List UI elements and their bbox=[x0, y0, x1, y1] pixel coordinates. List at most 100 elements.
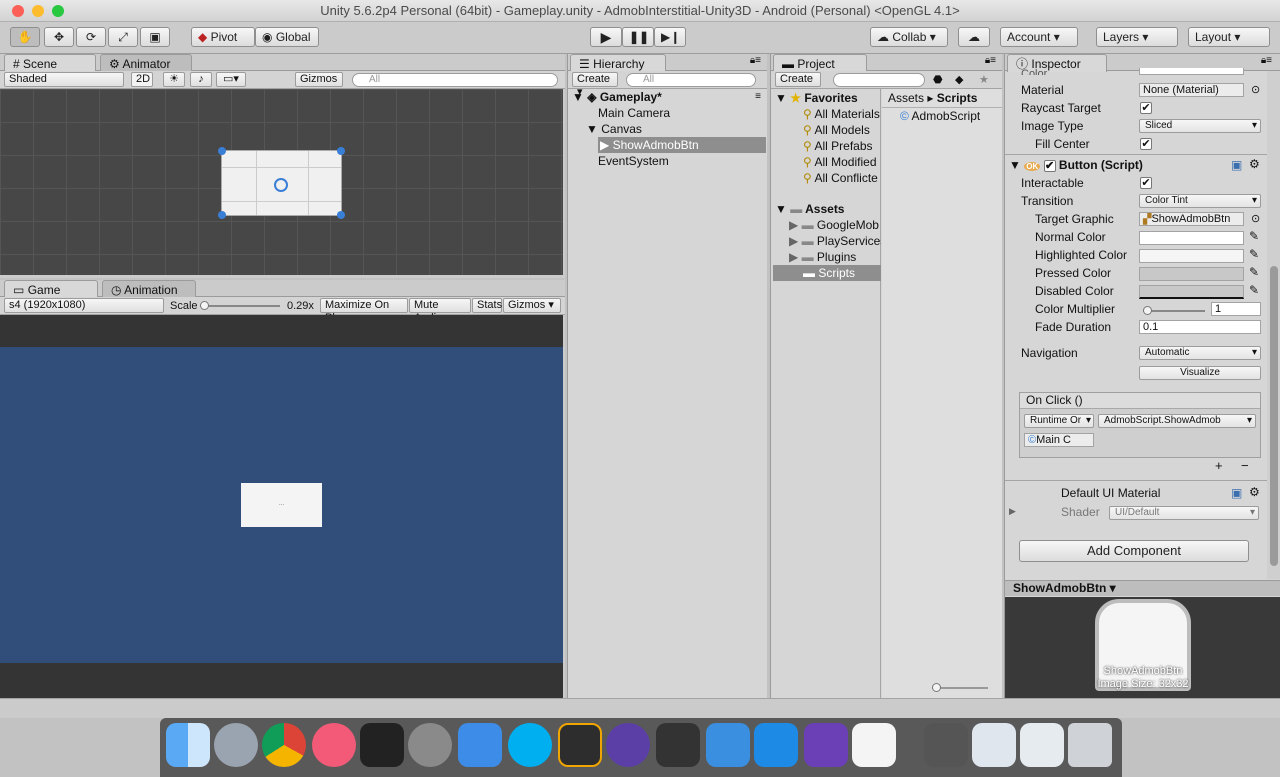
filter-type-icon[interactable]: ⬣ bbox=[933, 73, 943, 86]
resolution-dropdown[interactable]: s4 (1920x1080) bbox=[4, 298, 164, 313]
stats-toggle[interactable]: Stats bbox=[472, 298, 502, 313]
function-dropdown[interactable]: AdmobScript.ShowAdmob ▾ bbox=[1098, 414, 1256, 428]
trash-icon[interactable] bbox=[1068, 723, 1112, 767]
xcode-icon[interactable] bbox=[458, 723, 502, 767]
file-item[interactable]: © AdmobScript bbox=[900, 108, 980, 124]
toggle-2d-button[interactable]: 2D bbox=[131, 72, 153, 87]
eyedropper-icon[interactable]: ✎ bbox=[1249, 265, 1259, 279]
documents-stack-icon[interactable] bbox=[1020, 723, 1064, 767]
itunes-icon[interactable] bbox=[312, 723, 356, 767]
fill-center-checkbox[interactable]: ✔ bbox=[1140, 138, 1152, 150]
component-gear-icon[interactable]: ⚙ bbox=[1249, 157, 1260, 171]
scene-search-input[interactable]: All bbox=[352, 73, 558, 87]
eyedropper-icon[interactable]: ✎ bbox=[1249, 283, 1259, 297]
textedit-icon[interactable] bbox=[852, 723, 896, 767]
scale-slider-thumb[interactable] bbox=[200, 301, 209, 310]
fade-duration-input[interactable]: 0.1 bbox=[1139, 320, 1261, 334]
icon-size-slider-thumb[interactable] bbox=[932, 683, 941, 692]
button-component-header[interactable]: ▼ OK ✔ Button (Script) bbox=[1009, 158, 1143, 172]
tab-animator[interactable]: ⚙ Animator bbox=[100, 54, 192, 72]
mute-audio-toggle[interactable]: Mute Audio bbox=[409, 298, 471, 324]
material-field[interactable]: None (Material) bbox=[1139, 83, 1244, 97]
launchpad-icon[interactable] bbox=[214, 723, 258, 767]
help-book-icon[interactable]: ▣ bbox=[1231, 158, 1242, 172]
eyedropper-icon[interactable]: ✎ bbox=[1249, 247, 1259, 261]
shader-dropdown[interactable]: UI/Default ▾ bbox=[1109, 506, 1259, 520]
resize-handle[interactable] bbox=[218, 147, 226, 155]
favorite-item[interactable]: ⚲ All Modified bbox=[803, 154, 877, 170]
system-preferences-icon[interactable] bbox=[408, 723, 452, 767]
project-create-dropdown[interactable]: Create ▾ bbox=[775, 72, 821, 98]
favorites-section[interactable]: ▼ ★ Favorites bbox=[775, 90, 858, 106]
breadcrumb-current[interactable]: Scripts bbox=[937, 91, 978, 105]
account-dropdown[interactable]: Account ▾ bbox=[1000, 27, 1078, 47]
remove-event-icon[interactable]: − bbox=[1241, 458, 1249, 473]
preview-header[interactable]: ShowAdmobBtn ▾ bbox=[1005, 580, 1280, 596]
favorite-item[interactable]: ⚲ All Conflicte bbox=[803, 170, 881, 186]
step-button[interactable]: ▶❙ bbox=[654, 27, 686, 47]
visual-studio-icon[interactable] bbox=[804, 723, 848, 767]
pause-button[interactable]: ❚❚ bbox=[622, 27, 654, 47]
rotate-tool-icon[interactable]: ⟳ bbox=[76, 27, 106, 47]
image-type-dropdown[interactable]: Sliced ▾ bbox=[1139, 119, 1261, 133]
game-admob-button[interactable]: ··· bbox=[241, 483, 322, 527]
zoom-window-button[interactable] bbox=[52, 5, 64, 17]
resize-handle[interactable] bbox=[218, 211, 226, 219]
hand-tool-icon[interactable]: ✋ bbox=[10, 27, 40, 47]
chrome-icon[interactable] bbox=[262, 723, 306, 767]
hierarchy-item-main-camera[interactable]: Main Camera bbox=[598, 105, 670, 121]
scale-slider[interactable] bbox=[200, 301, 280, 310]
tab-project[interactable]: ▬ Project bbox=[773, 54, 867, 72]
scene-view[interactable] bbox=[0, 89, 563, 275]
effects-icon[interactable]: ▭▾ bbox=[216, 72, 246, 87]
finder-icon[interactable] bbox=[166, 723, 210, 767]
runtime-mode-dropdown[interactable]: Runtime Or ▾ bbox=[1024, 414, 1094, 428]
tab-hierarchy[interactable]: ☰ Hierarchy bbox=[570, 54, 666, 72]
pivot-handle-icon[interactable] bbox=[274, 178, 288, 192]
global-toggle[interactable]: ◉ Global bbox=[255, 27, 319, 47]
raycast-checkbox[interactable]: ✔ bbox=[1140, 102, 1152, 114]
collab-dropdown[interactable]: ☁ Collab ▾ bbox=[870, 27, 948, 47]
color-multiplier-slider[interactable] bbox=[1143, 306, 1205, 315]
help-book-icon[interactable]: ▣ bbox=[1231, 486, 1242, 500]
inspector-scrollbar-thumb[interactable] bbox=[1270, 266, 1278, 566]
folder-stack-icon[interactable] bbox=[924, 723, 968, 767]
add-event-icon[interactable]: + bbox=[1215, 458, 1223, 473]
game-gizmos-dropdown[interactable]: Gizmos ▾ bbox=[503, 298, 561, 313]
word-icon[interactable] bbox=[754, 723, 798, 767]
unity-icon[interactable] bbox=[360, 723, 404, 767]
color-multiplier-input[interactable]: 1 bbox=[1211, 302, 1261, 316]
tab-scene[interactable]: # Scene bbox=[4, 54, 96, 72]
scene-root-item[interactable]: ▼ ◈ Gameplay* bbox=[572, 89, 766, 105]
disabled-color-swatch[interactable] bbox=[1139, 285, 1244, 299]
hierarchy-create-dropdown[interactable]: Create ▾ bbox=[572, 72, 618, 98]
pressed-color-swatch[interactable] bbox=[1139, 267, 1244, 281]
simulator-icon[interactable] bbox=[706, 723, 750, 767]
favorite-item[interactable]: ⚲ All Prefabs bbox=[803, 138, 873, 154]
play-button[interactable]: ▶ bbox=[590, 27, 622, 47]
layout-dropdown[interactable]: Layout ▾ bbox=[1188, 27, 1270, 47]
project-search-input[interactable] bbox=[833, 73, 925, 87]
tab-game[interactable]: ▭ Game bbox=[4, 280, 98, 298]
visualize-button[interactable]: Visualize bbox=[1139, 366, 1261, 380]
asset-folder-item[interactable]: ▶ ▬ GoogleMob bbox=[789, 217, 881, 233]
interactable-checkbox[interactable]: ✔ bbox=[1140, 177, 1152, 189]
highlighted-color-swatch[interactable] bbox=[1139, 249, 1244, 263]
hierarchy-item-showadmobbtn[interactable]: ▶ ShowAdmobBtn bbox=[598, 137, 766, 153]
eyedropper-icon[interactable]: ✎ bbox=[1249, 229, 1259, 243]
foldout-arrow-icon[interactable]: ▶ bbox=[1009, 506, 1016, 517]
transition-dropdown[interactable]: Color Tint ▾ bbox=[1139, 194, 1261, 208]
object-picker-icon[interactable]: ⊙ bbox=[1251, 212, 1260, 225]
hierarchy-item-canvas[interactable]: ▼ Canvas bbox=[586, 121, 642, 137]
tab-animation[interactable]: ◷ Animation bbox=[102, 280, 196, 298]
lock-icon[interactable]: 🔒︎≡ bbox=[1261, 55, 1272, 66]
scene-gizmos-dropdown[interactable]: Gizmos ▾ bbox=[295, 72, 343, 98]
target-graphic-field[interactable]: ▞ShowAdmobBtn bbox=[1139, 212, 1244, 226]
breadcrumb-root[interactable]: Assets bbox=[888, 91, 924, 105]
lock-icon[interactable]: 🔒︎≡ bbox=[985, 55, 996, 66]
bittorrent-icon[interactable] bbox=[606, 723, 650, 767]
material-gear-icon[interactable]: ⚙ bbox=[1249, 485, 1260, 499]
pivot-toggle[interactable]: ◆ Pivot bbox=[191, 27, 255, 47]
add-component-button[interactable]: Add Component bbox=[1019, 540, 1249, 562]
skype-icon[interactable] bbox=[508, 723, 552, 767]
